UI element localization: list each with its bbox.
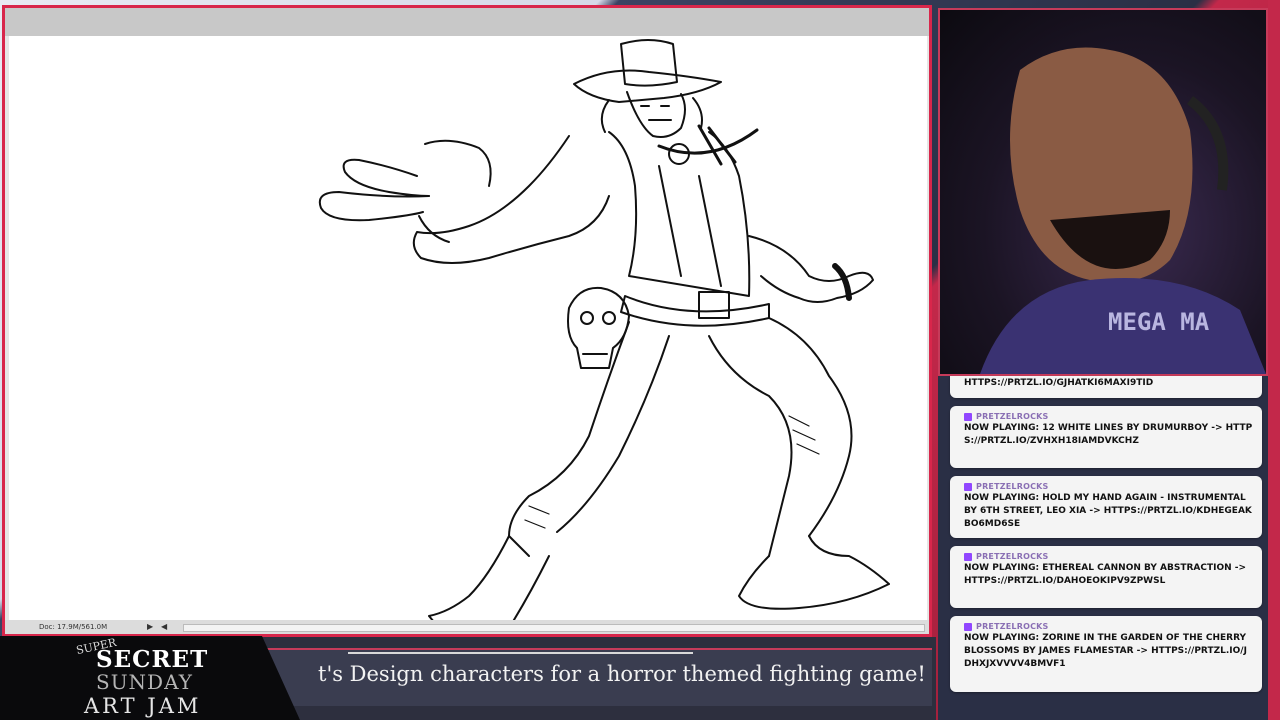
chat-username: PRETZELROCKS (976, 622, 1049, 631)
status-menu-arrow-icon[interactable]: ▶ (147, 620, 153, 634)
logo-sunday: SUNDAY (96, 670, 193, 694)
status-bar: Doc: 17.9M/561.0M ▶ ◀ (5, 620, 929, 634)
logo-secret: SECRET (96, 646, 209, 673)
chat-message-text: NOW PLAYING: 12 WHITE LINES BY DRUMURBOY… (964, 423, 1253, 446)
chat-username: PRETZELROCKS (976, 412, 1049, 421)
chat-message: PRETZELROCKS NOW PLAYING: HOLD MY HAND A… (950, 476, 1262, 538)
shirt-text: MEGA MA (1108, 308, 1210, 336)
ticker-divider (348, 652, 693, 654)
ticker-panel: t's Design characters for a horror theme… (262, 648, 932, 706)
chat-message: HTTPS://PRTZL.IO/GJHATKI6MAXI9TID (950, 376, 1262, 398)
twitch-icon (964, 622, 972, 631)
chat-username: PRETZELROCKS (976, 552, 1049, 561)
twitch-icon (964, 482, 972, 491)
chat-message-text: HTTPS://PRTZL.IO/GJHATKI6MAXI9TID (964, 378, 1154, 388)
logo-art-jam: ART JAM (84, 694, 202, 718)
chat-message-text: NOW PLAYING: ETHEREAL CANNON BY ABSTRACT… (964, 563, 1247, 586)
document-size-readout: Doc: 17.9M/561.0M (39, 623, 108, 631)
ticker-text: t's Design characters for a horror theme… (318, 662, 926, 686)
chat-username: PRETZELROCKS (976, 482, 1049, 491)
twitch-icon (964, 552, 972, 561)
chat-message: PRETZELROCKS NOW PLAYING: 12 WHITE LINES… (950, 406, 1262, 468)
streamer-silhouette: MEGA MA (980, 47, 1266, 374)
chat-message: PRETZELROCKS NOW PLAYING: ETHEREAL CANNO… (950, 546, 1262, 608)
chat-message: PRETZELROCKS NOW PLAYING: ZORINE IN THE … (950, 616, 1262, 692)
drawing-app-window: Doc: 17.9M/561.0M ▶ ◀ (2, 5, 932, 637)
twitch-icon (964, 412, 972, 421)
webcam-feed: MEGA MA (938, 8, 1268, 376)
background-edge (1268, 0, 1280, 720)
chat-panel: HTTPS://PRTZL.IO/GJHATKI6MAXI9TID PRETZE… (950, 376, 1262, 696)
chat-message-text: NOW PLAYING: HOLD MY HAND AGAIN - INSTRU… (964, 493, 1252, 529)
drawing-canvas[interactable] (9, 36, 927, 620)
scroll-left-icon[interactable]: ◀ (161, 620, 167, 634)
horizontal-scrollbar[interactable] (183, 624, 925, 632)
chat-message-text: NOW PLAYING: ZORINE IN THE GARDEN OF THE… (964, 633, 1247, 669)
canvas-toolbar (5, 8, 929, 36)
skeleton-cowboy-sketch (318, 39, 890, 620)
